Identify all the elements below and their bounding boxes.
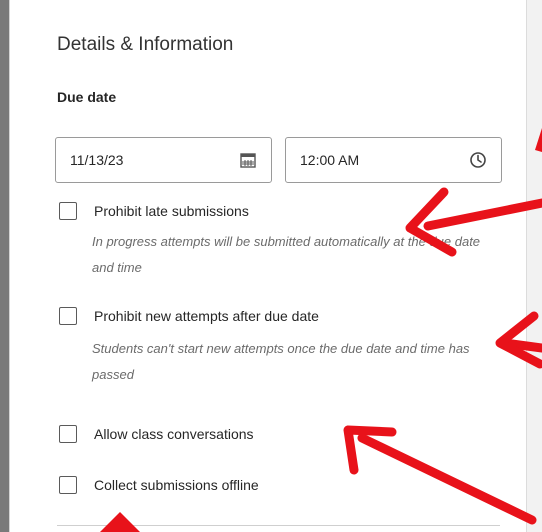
due-date-value: 11/13/23 [70, 152, 124, 168]
allow-class-conversations-label[interactable]: Allow class conversations [94, 426, 254, 442]
prohibit-late-submissions-checkbox[interactable] [59, 202, 77, 220]
prohibit-late-submissions-help: In progress attempts will be submitted a… [92, 234, 481, 275]
annotation-arrow-class-conversations [343, 425, 537, 525]
prohibit-late-submissions-label[interactable]: Prohibit late submissions [94, 203, 249, 219]
left-panel-bar [0, 0, 9, 532]
allow-class-conversations-checkbox[interactable] [59, 425, 77, 443]
collect-submissions-offline-label[interactable]: Collect submissions offline [94, 477, 259, 493]
collect-submissions-offline-checkbox[interactable] [59, 476, 77, 494]
prohibit-new-attempts-help: Students can't start new attempts once t… [92, 341, 470, 382]
right-panel-strip [527, 0, 542, 532]
annotation-arrow-bottom-left [100, 512, 140, 532]
due-time-input[interactable]: 12:00 AM [285, 137, 502, 183]
due-date-input[interactable]: 11/13/23 [55, 137, 272, 183]
prohibit-new-attempts-checkbox[interactable] [59, 307, 77, 325]
due-date-label: Due date [57, 89, 117, 105]
section-divider [57, 525, 500, 526]
section-title: Details & Information [57, 34, 234, 55]
calendar-icon[interactable] [239, 151, 257, 169]
due-time-value: 12:00 AM [300, 152, 360, 168]
left-panel-border [9, 0, 10, 532]
clock-icon[interactable] [469, 151, 487, 169]
prohibit-new-attempts-label[interactable]: Prohibit new attempts after due date [94, 308, 319, 324]
